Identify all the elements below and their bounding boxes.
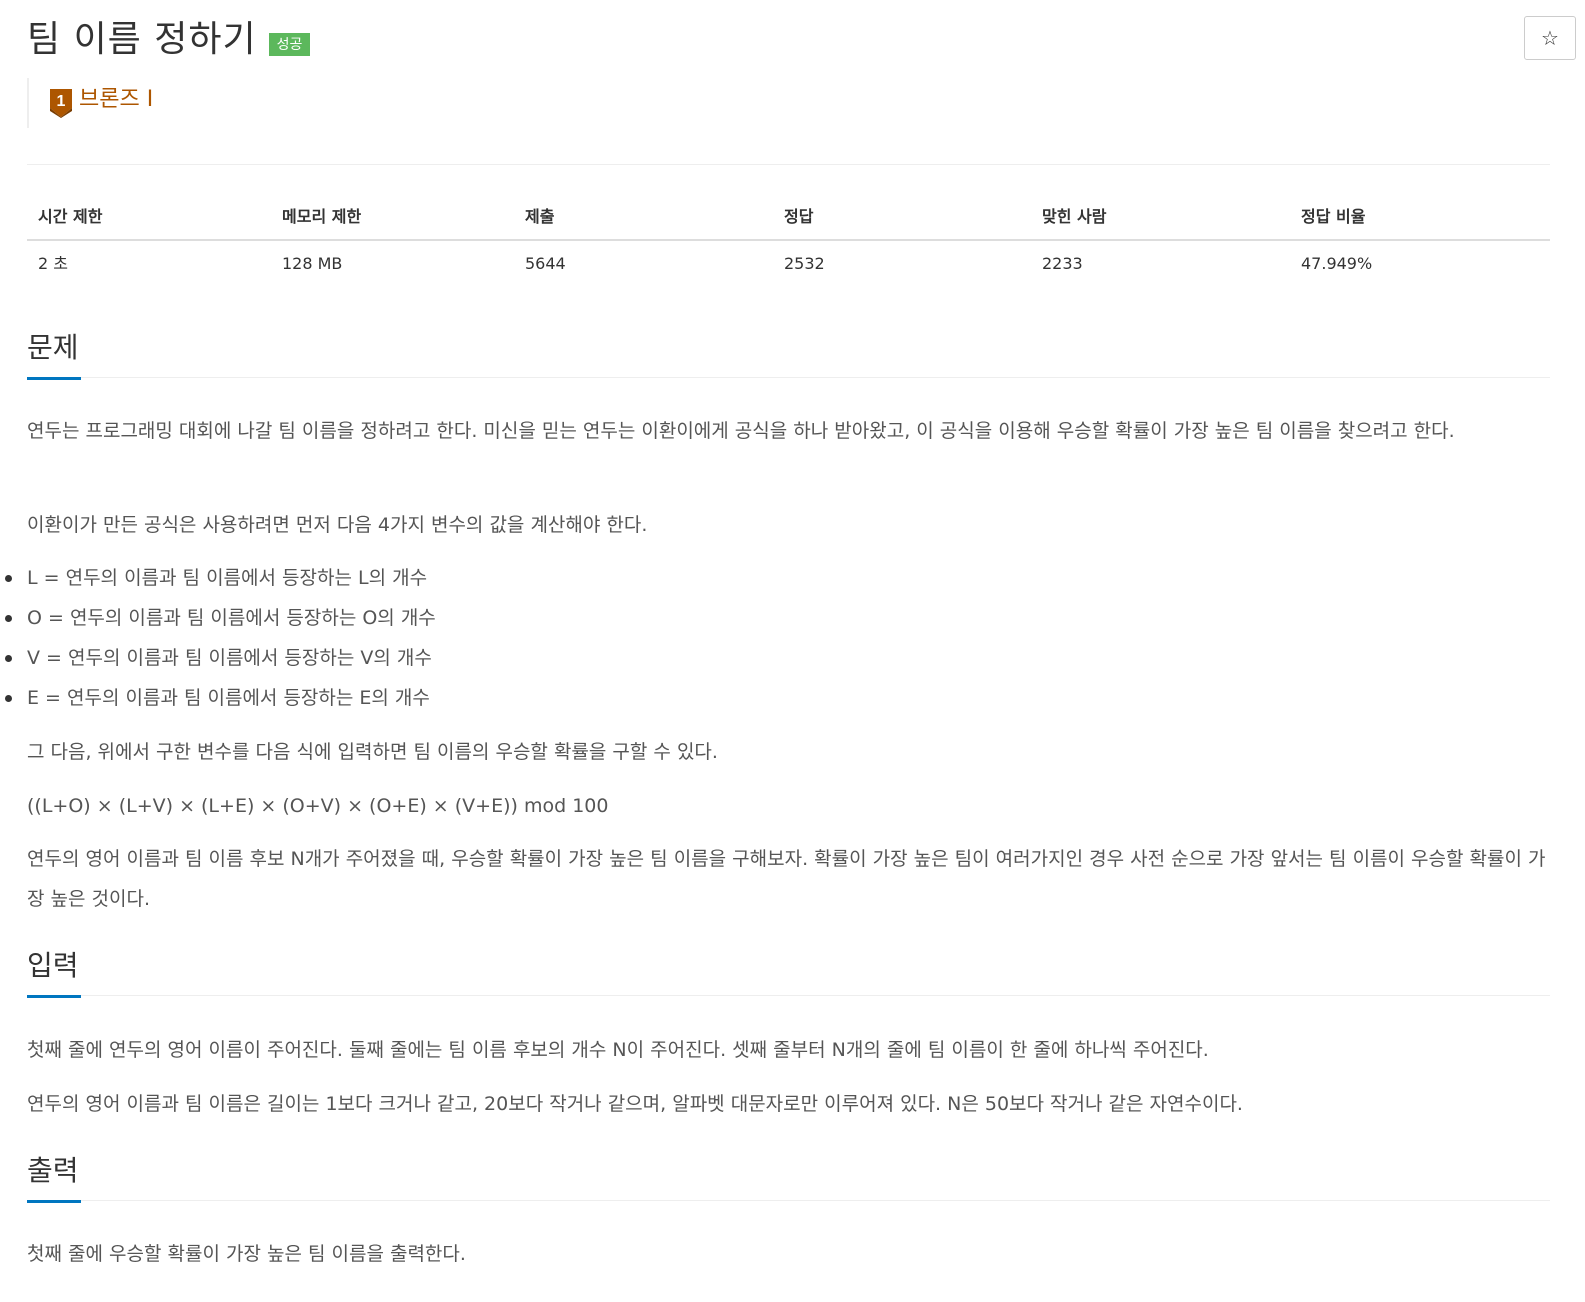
description-paragraph-2: 이환이가 만든 공식은 사용하려면 먼저 다음 4가지 변수의 값을 계산해야 … [27,514,648,536]
value-solvers[interactable]: 2233 [1042,253,1083,275]
list-item-text: L = 연두의 이름과 팀 이름에서 등장하는 L의 개수 [27,567,428,589]
value-accepted: 2532 [784,254,825,273]
input-section-underline [27,995,81,998]
header-memory-limit: 메모리 제한 [282,207,362,226]
list-item-text: E = 연두의 이름과 팀 이름에서 등장하는 E의 개수 [27,687,430,709]
header-accepted: 정답 [784,207,814,226]
problem-title: 팀 이름 정하기 [27,19,257,60]
list-item-text: V = 연두의 이름과 팀 이름에서 등장하는 V의 개수 [27,647,432,669]
status-badge: 성공 [268,32,311,56]
bronze-tier-icon: 1 [50,89,72,118]
list-item: E = 연두의 이름과 팀 이름에서 등장하는 E의 개수 [5,683,430,713]
header-time-limit: 시간 제한 [38,207,103,226]
favorite-star-button[interactable]: ☆ [1524,16,1576,60]
value-submissions[interactable]: 5644 [525,253,566,275]
bullet-icon [5,655,12,662]
input-section-title: 입력 [27,949,79,982]
star-icon: ☆ [1541,26,1559,50]
description-paragraph-3: 그 다음, 위에서 구한 변수를 다음 식에 입력하면 팀 이름의 우승할 확률… [27,741,718,763]
list-item: L = 연두의 이름과 팀 이름에서 등장하는 L의 개수 [5,563,428,593]
table-row: 2 초 128 MB 5644 2532 2233 47.949% [27,241,1550,285]
description-paragraph-4: 연두의 영어 이름과 팀 이름 후보 N개가 주어졌을 때, 우승할 확률이 가… [27,848,1546,910]
input-paragraph-2: 연두의 영어 이름과 팀 이름은 길이는 1보다 크거나 같고, 20보다 작거… [27,1093,1243,1115]
input-section-rule [27,995,1550,996]
list-item: V = 연두의 이름과 팀 이름에서 등장하는 V의 개수 [5,643,432,673]
header-divider [27,164,1550,165]
bullet-icon [5,615,12,622]
table-header-row: 시간 제한 메모리 제한 제출 정답 맞힌 사람 정답 비율 [27,196,1550,241]
description-section-rule [27,377,1550,378]
value-time-limit: 2 초 [38,254,68,273]
header-accept-ratio: 정답 비율 [1301,207,1366,226]
output-paragraph-1: 첫째 줄에 우승할 확률이 가장 높은 팀 이름을 출력한다. [27,1243,466,1265]
tier-block: 1 브론즈 I [27,78,153,128]
description-section-title: 문제 [27,331,79,364]
input-paragraph-1: 첫째 줄에 연두의 영어 이름이 주어진다. 둘째 줄에는 팀 이름 후보의 개… [27,1039,1209,1061]
bullet-icon [5,575,12,582]
value-accept-ratio: 47.949% [1301,254,1373,273]
header-submissions: 제출 [525,207,555,226]
title-row: 팀 이름 정하기 성공 [27,14,311,66]
description-paragraph-1: 연두는 프로그래밍 대회에 나갈 팀 이름을 정하려고 한다. 미신을 믿는 연… [27,420,1455,442]
list-item: O = 연두의 이름과 팀 이름에서 등장하는 O의 개수 [5,603,436,633]
bullet-icon [5,695,12,702]
formula: ((L+O) × (L+V) × (L+E) × (O+V) × (O+E) ×… [27,795,609,817]
tier-number: 1 [57,93,66,110]
output-section-underline [27,1200,81,1203]
value-memory-limit: 128 MB [282,254,343,273]
description-section-underline [27,377,81,380]
tier-label[interactable]: 브론즈 I [79,78,153,122]
output-section-rule [27,1200,1550,1201]
header-solvers: 맞힌 사람 [1042,207,1107,226]
list-item-text: O = 연두의 이름과 팀 이름에서 등장하는 O의 개수 [27,607,436,629]
output-section-title: 출력 [27,1154,79,1187]
problem-info-table: 시간 제한 메모리 제한 제출 정답 맞힌 사람 정답 비율 2 초 128 M… [27,196,1550,285]
